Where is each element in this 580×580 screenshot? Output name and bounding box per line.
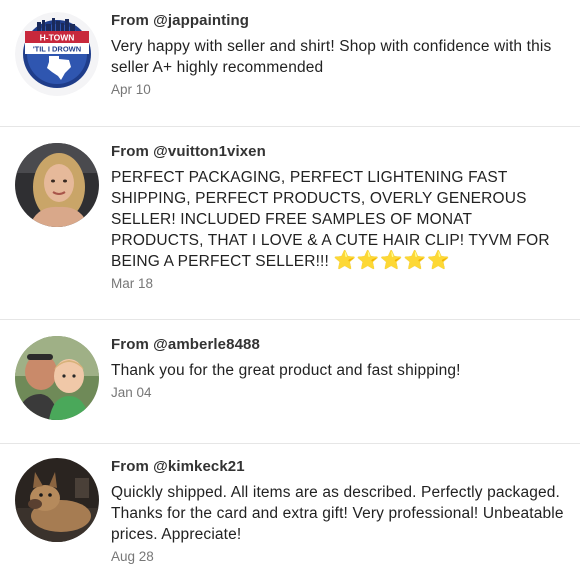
avatar[interactable]: H-TOWN 'TIL I DROWN xyxy=(15,12,99,96)
review-text: Thank you for the great product and fast… xyxy=(111,362,461,379)
review-date: Aug 28 xyxy=(111,549,154,564)
divider xyxy=(0,319,580,320)
review-text: Quickly shipped. All items are as descri… xyxy=(111,484,564,543)
profile-photo-icon xyxy=(15,458,99,542)
review-author[interactable]: From @vuitton1vixen xyxy=(111,143,566,161)
svg-text:H-TOWN: H-TOWN xyxy=(40,33,75,43)
avatar[interactable] xyxy=(15,336,99,420)
avatar[interactable] xyxy=(15,143,99,227)
svg-text:'TIL I DROWN: 'TIL I DROWN xyxy=(33,45,81,54)
divider xyxy=(0,443,580,444)
profile-photo-icon xyxy=(15,336,99,420)
review-date: Apr 10 xyxy=(111,82,151,97)
review-text: PERFECT PACKAGING, PERFECT LIGHTENING FA… xyxy=(111,169,550,270)
review-author[interactable]: From @jappainting xyxy=(111,12,566,30)
profile-photo-icon xyxy=(15,143,99,227)
review-date: Jan 04 xyxy=(111,385,152,400)
review-author[interactable]: From @amberle8488 xyxy=(111,336,566,354)
star-rating-icon: ⭐⭐⭐⭐⭐ xyxy=(333,250,451,270)
divider xyxy=(0,126,580,127)
review-text: Very happy with seller and shirt! Shop w… xyxy=(111,38,552,76)
avatar[interactable] xyxy=(15,458,99,542)
h-town-logo-icon: H-TOWN 'TIL I DROWN xyxy=(15,12,99,96)
review-date: Mar 18 xyxy=(111,276,154,291)
review-author[interactable]: From @kimkeck21 xyxy=(111,458,566,476)
